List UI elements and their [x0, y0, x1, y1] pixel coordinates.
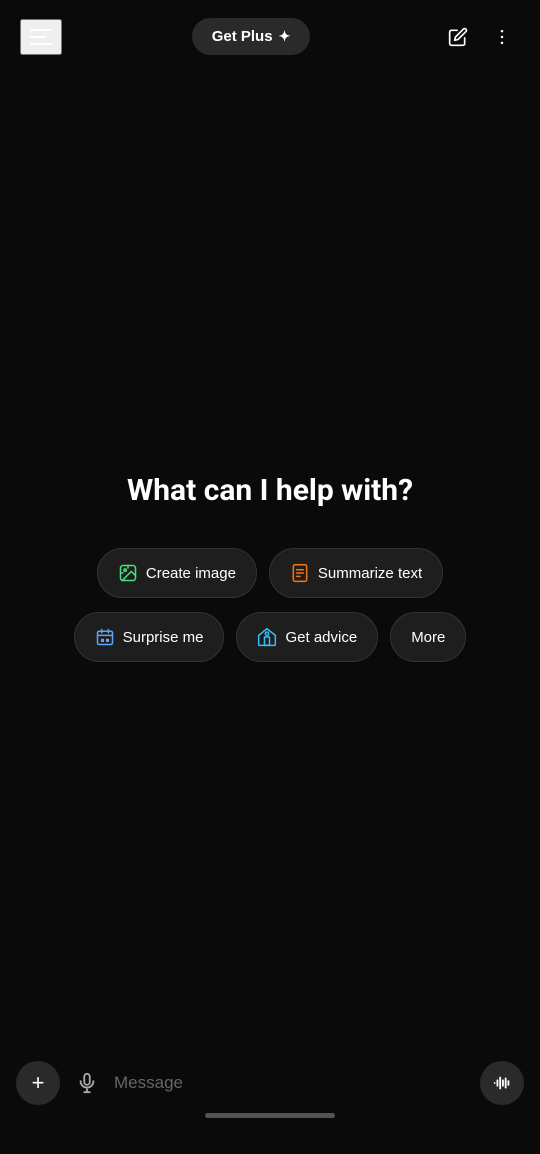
create-image-label: Create image [146, 565, 236, 582]
mic-icon [76, 1072, 98, 1094]
headline: What can I help with? [127, 473, 413, 508]
create-image-icon [118, 563, 138, 583]
add-attachment-button[interactable]: + [16, 1061, 60, 1105]
header-actions [440, 19, 520, 55]
action-buttons-container: Create image Summarize text [20, 548, 520, 662]
get-advice-button[interactable]: Get advice [236, 612, 378, 662]
summarize-text-button[interactable]: Summarize text [269, 548, 443, 598]
message-input[interactable] [114, 1073, 470, 1093]
input-row: + [16, 1061, 524, 1105]
get-advice-label: Get advice [285, 629, 357, 646]
voice-wave-icon [491, 1072, 513, 1094]
plus-star-icon: ✦ [279, 28, 291, 45]
get-plus-label: Get Plus [212, 28, 273, 45]
edit-icon [448, 27, 468, 47]
bottom-bar: + [0, 1049, 540, 1154]
header: Get Plus ✦ [0, 0, 540, 73]
surprise-icon [95, 627, 115, 647]
edit-button[interactable] [440, 19, 476, 55]
action-row-2: Surprise me Get advice More [74, 612, 467, 662]
voice-wave-button[interactable] [480, 1061, 524, 1105]
microphone-button[interactable] [70, 1066, 104, 1100]
main-content: What can I help with? Create image [0, 473, 540, 662]
home-indicator [205, 1113, 335, 1118]
get-plus-button[interactable]: Get Plus ✦ [192, 18, 311, 55]
surprise-me-label: Surprise me [123, 629, 204, 646]
more-options-button[interactable] [484, 19, 520, 55]
more-button[interactable]: More [390, 612, 466, 662]
action-row-1: Create image Summarize text [97, 548, 443, 598]
create-image-button[interactable]: Create image [97, 548, 257, 598]
advice-icon [257, 627, 277, 647]
menu-button[interactable] [20, 19, 62, 55]
more-vertical-icon [492, 27, 512, 47]
surprise-me-button[interactable]: Surprise me [74, 612, 225, 662]
summarize-text-label: Summarize text [318, 565, 422, 582]
summarize-icon [290, 563, 310, 583]
more-label: More [411, 629, 445, 646]
add-icon: + [32, 1070, 45, 1096]
